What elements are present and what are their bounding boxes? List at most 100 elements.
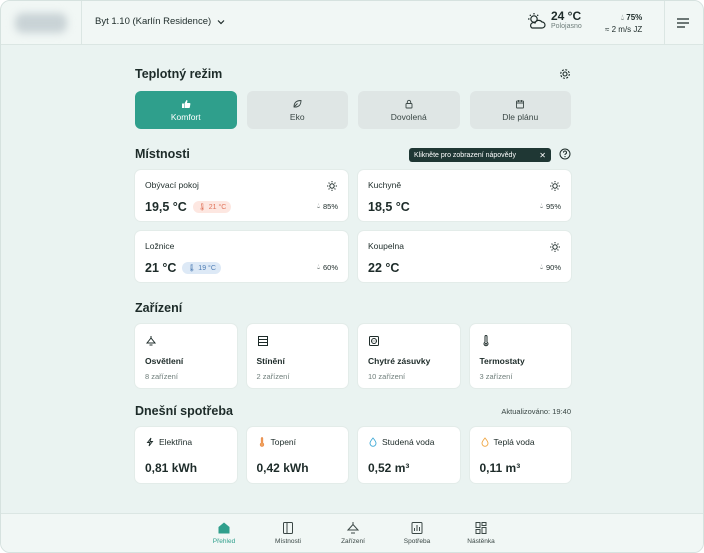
wind-value: 2 m/s JZ [611,25,643,34]
drop-icon: 💧︎ [317,202,320,210]
room-temperature-value: 18,5 °C [368,200,410,214]
mode-komfort-button[interactable]: Komfort [135,91,237,129]
rooms-title: Místnosti [135,147,190,161]
device-name: Stínění [256,356,285,366]
consumption-title: Dnešní spotřeba [135,404,233,418]
room-name: Koupelna [368,241,404,251]
nav-item-nastenka[interactable]: Nástěnka [451,521,511,545]
light-bulb-icon[interactable] [549,180,561,192]
socket-icon [369,336,379,346]
consumption-label: Studená voda [382,437,435,447]
consumption-value: 0,42 kWh [256,461,309,475]
thermometer-up-icon: 🌡︎ [197,204,207,211]
lamp-icon [346,522,360,534]
partly-cloudy-icon [528,13,546,29]
room-card-loznice[interactable]: Ložnice 21 °C 🌡︎ 19 °C 💧︎ 60% [135,231,348,282]
device-card-termostaty[interactable]: Termostaty 3 zařízení [469,324,571,388]
drop-icon: 💧︎ [620,13,625,22]
meteo-info: 💧︎ 75% ≈ 2 m/s JZ [605,12,642,36]
nav-item-zarizeni[interactable]: Zařízení [323,521,383,545]
thermometer-icon [259,437,264,447]
device-card-stineni[interactable]: Stínění 2 zařízení [246,324,348,388]
settings-gear-icon[interactable] [559,68,571,80]
room-temperature: 22 °C [368,261,399,275]
mode-eko-button[interactable]: Eko [246,91,348,129]
device-count: 3 zařízení [479,372,513,381]
room-name: Obývací pokoj [145,180,199,190]
drop-icon: 💧︎ [317,263,320,271]
lamp-icon [145,336,157,346]
drop-icon [481,437,488,447]
consumption-card-electricity[interactable]: Elektřina 0,81 kWh [135,427,237,483]
room-humidity-value: 85% [322,202,338,211]
chart-icon [411,522,423,534]
mode-label: Komfort [170,111,201,122]
divider [81,1,82,45]
drop-icon [369,437,377,447]
home-icon [218,522,230,534]
dashboard-icon [475,522,487,534]
drop-icon: 💧︎ [540,202,543,210]
calendar-icon [516,99,525,108]
temperature-mode-title: Teplotný režim [135,67,223,81]
nav-item-mistnosti[interactable]: Místnosti [258,521,318,545]
mode-label: Dovolená [390,111,427,122]
lightning-icon [146,437,154,447]
room-temperature: 18,5 °C [368,200,410,214]
room-humidity: 💧︎ 95% [540,202,561,211]
room-humidity-value: 60% [322,263,338,272]
room-humidity: 💧︎ 85% [317,202,338,211]
mode-label: Dle plánu [502,111,539,122]
light-bulb-icon[interactable] [326,180,338,192]
device-count: 2 zařízení [256,372,290,381]
mode-dovolena-button[interactable]: Dovolená [358,91,460,129]
thumbs-up-icon [181,99,191,108]
mode-dle-planu-button[interactable]: Dle plánu [469,91,571,129]
close-icon[interactable]: ✕ [539,151,546,160]
mode-label: Eko [289,111,305,122]
chevron-down-icon [217,19,225,24]
device-card-osvetleni[interactable]: Osvětlení 8 zařízení [135,324,237,388]
lock-icon [405,99,413,108]
thermometer-icon [483,335,488,347]
humidity-value: 75% [626,13,643,22]
bottom-navigation: Přehled Místnosti Zařízení Spotřeba Nást… [1,513,703,552]
drop-icon: 💧︎ [540,263,543,271]
device-card-chytre-zasuvky[interactable]: Chytré zásuvky 10 zařízení [358,324,460,388]
logo [15,13,67,33]
nav-item-spotreba[interactable]: Spotřeba [387,521,447,545]
room-card-obyvaci-pokoj[interactable]: Obývací pokoj 19,5 °C 🌡︎ 21 °C 💧︎ 85% [135,170,348,221]
room-humidity: 💧︎ 60% [317,263,338,272]
wind-icon: ≈ [605,25,610,34]
consumption-card-heating[interactable]: Topení 0,42 kWh [246,427,348,483]
consumption-value: 0,81 kWh [145,461,198,475]
room-temperature-value: 22 °C [368,261,400,275]
door-icon [283,522,293,534]
consumption-label: Topení [270,437,297,447]
updated-timestamp: Aktualizováno: 19:40 [501,406,571,416]
consumption-card-hot-water[interactable]: Teplá voda 0,11 m³ [469,427,571,483]
target-temperature-value: 19 °C [198,264,216,272]
mode-buttons: Komfort Eko Dovolená Dle plánu [135,91,571,129]
room-temperature: 21 °C 🌡︎ 19 °C [145,261,221,275]
target-temperature-badge: 🌡︎ 21 °C [192,201,232,213]
weather-temperature: 24 °C [551,9,582,23]
menu-button[interactable] [676,16,690,34]
room-humidity-value: 90% [545,263,561,272]
weather-widget: 24 °C Polojasno [526,10,582,32]
help-icon[interactable] [559,148,571,160]
consumption-value: 0,52 m³ [368,461,410,475]
leaf-icon [293,99,302,107]
light-bulb-icon[interactable] [549,241,561,253]
room-name: Ložnice [145,241,175,251]
device-count: 8 zařízení [145,372,178,381]
room-name: Kuchyně [368,180,402,190]
main-content: Teplotný režim Komfort Eko Dovolená Dle … [135,63,571,483]
room-card-koupelna[interactable]: Koupelna 22 °C 💧︎ 90% [358,231,571,282]
device-name: Chytré zásuvky [368,356,431,366]
flat-selector[interactable]: Byt 1.10 (Karlín Residence) [95,16,225,27]
flat-selector-label: Byt 1.10 (Karlín Residence) [95,16,212,27]
room-card-kuchyne[interactable]: Kuchyně 18,5 °C 💧︎ 95% [358,170,571,221]
nav-item-prehled[interactable]: Přehled [194,521,254,545]
consumption-card-cold-water[interactable]: Studená voda 0,52 m³ [358,427,460,483]
